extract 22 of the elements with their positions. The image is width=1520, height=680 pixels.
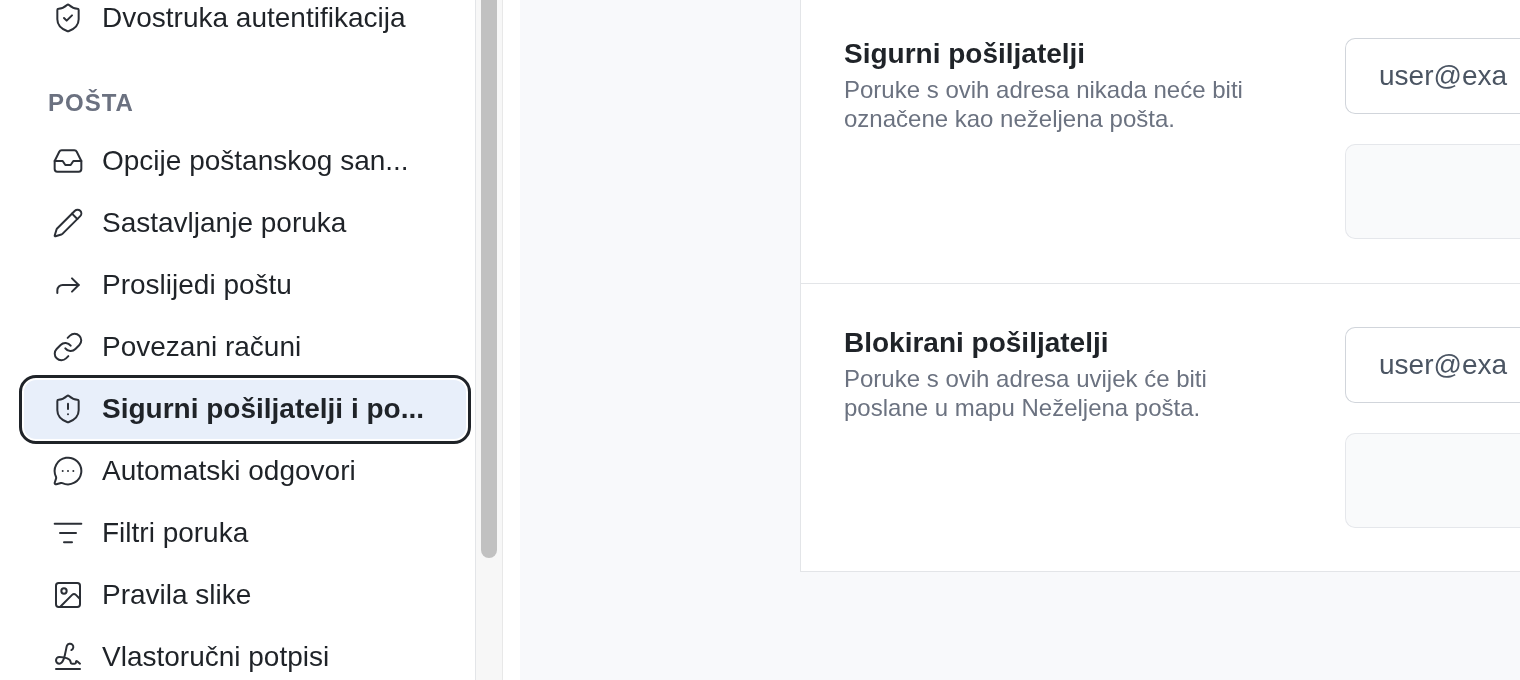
sidebar-item[interactable]: Dvostruka autentifikacija (24, 0, 466, 48)
sidebar-item[interactable]: Proslijedi poštu (24, 255, 466, 315)
sidebar-item[interactable]: Vlastoručni potpisi (24, 627, 466, 680)
chat-bubble-icon (52, 455, 84, 487)
email-input[interactable]: user@exa (1345, 327, 1520, 403)
sidebar-item[interactable]: Filtri poruka (24, 503, 466, 563)
sidebar-item[interactable]: Povezani računi (24, 317, 466, 377)
signature-icon (52, 641, 84, 673)
scrollbar-thumb[interactable] (481, 0, 497, 558)
section-heading: POŠTA (48, 89, 134, 116)
sidebar-item[interactable]: Automatski odgovori (24, 441, 466, 501)
sidebar-item[interactable]: Opcije poštanskog san... (24, 131, 466, 191)
section-title: Blokirani pošiljatelji (844, 327, 1110, 359)
sidebar-item[interactable]: Pravila slike (24, 565, 466, 625)
section-title: Sigurni pošiljatelji (844, 38, 1087, 70)
pencil-icon (52, 207, 84, 239)
sidebar-item[interactable]: Sastavljanje poruka (24, 193, 466, 253)
email-input[interactable]: user@exa (1345, 38, 1520, 114)
image-icon (52, 579, 84, 611)
link-icon (52, 331, 84, 363)
section-description: Poruke s ovih adresa uvijek će biti poslane u mapu Neželjena pošta. (844, 364, 1208, 422)
section-description: Poruke s ovih adresa nikada neće biti označene kao neželjena pošta. (844, 75, 1244, 133)
